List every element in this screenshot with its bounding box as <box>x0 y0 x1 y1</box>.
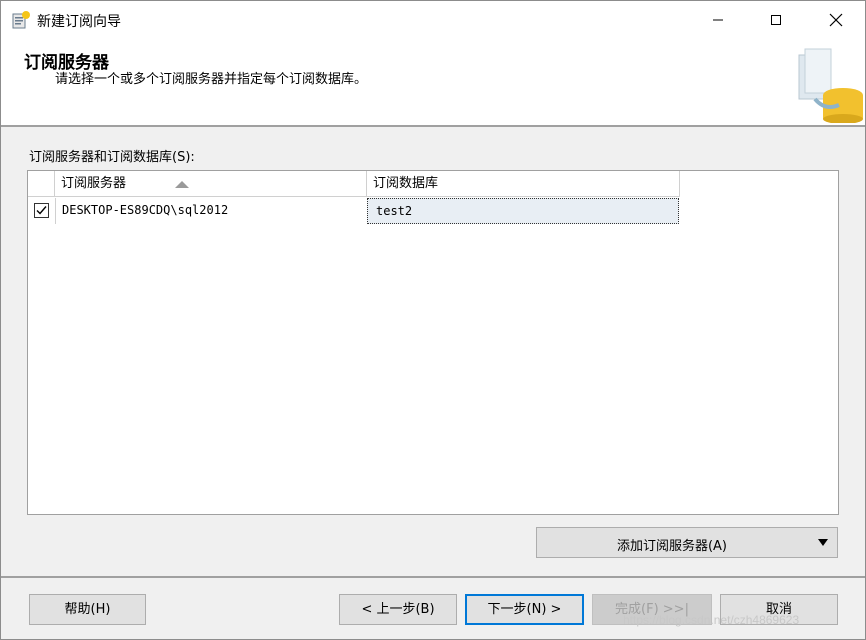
column-header-subscriber[interactable]: 订阅服务器 <box>55 171 367 197</box>
database-graphic-icon <box>795 45 865 124</box>
column-header-database-label: 订阅数据库 <box>373 176 439 191</box>
maximize-icon <box>771 15 781 25</box>
add-subscriber-button[interactable]: 添加订阅服务器(A) <box>536 527 838 558</box>
subscribers-grid-label: 订阅服务器和订阅数据库(S): <box>29 150 195 165</box>
table-row[interactable]: DESKTOP-ES89CDQ\sql2012 test2 <box>28 198 680 224</box>
wizard-window: 新建订阅向导 订阅服务器 请选择一个或多个订阅服务器并指定每个订阅数据库。 订阅… <box>0 0 866 640</box>
back-button[interactable]: < 上一步(B) <box>339 594 457 625</box>
next-button[interactable]: 下一步(N) > <box>465 594 584 625</box>
watermark-text: https://blog.csdn.net/czh4869623 <box>623 613 800 627</box>
subscription-database-cell[interactable]: test2 <box>367 198 679 224</box>
page-subtitle: 请选择一个或多个订阅服务器并指定每个订阅数据库。 <box>55 72 368 87</box>
maximize-button[interactable] <box>747 1 805 39</box>
column-header-database[interactable]: 订阅数据库 <box>367 171 680 197</box>
subscribers-grid[interactable]: 订阅服务器 订阅数据库 DESKTOP-ES89CDQ\sql2012 test… <box>27 170 839 515</box>
minimize-button[interactable] <box>689 1 747 39</box>
footer-divider <box>1 576 865 578</box>
help-button[interactable]: 帮助(H) <box>29 594 146 625</box>
grid-header-checkbox-column[interactable] <box>28 171 55 197</box>
grid-header: 订阅服务器 订阅数据库 <box>28 171 680 197</box>
subscriber-checkbox[interactable] <box>34 203 49 218</box>
checkmark-icon <box>36 206 47 215</box>
app-icon <box>11 10 31 30</box>
close-icon <box>829 13 843 27</box>
title-bar: 新建订阅向导 <box>1 1 865 39</box>
close-button[interactable] <box>807 1 865 39</box>
window-title: 新建订阅向导 <box>37 14 121 30</box>
sort-ascending-icon <box>175 181 189 188</box>
dropdown-arrow-icon[interactable] <box>818 539 828 546</box>
wizard-header: 订阅服务器 请选择一个或多个订阅服务器并指定每个订阅数据库。 <box>1 39 865 127</box>
add-subscriber-label: 添加订阅服务器(A) <box>616 539 728 554</box>
column-header-subscriber-label: 订阅服务器 <box>61 176 127 191</box>
subscriber-server-cell: DESKTOP-ES89CDQ\sql2012 <box>62 203 229 217</box>
minimize-icon <box>713 19 723 21</box>
